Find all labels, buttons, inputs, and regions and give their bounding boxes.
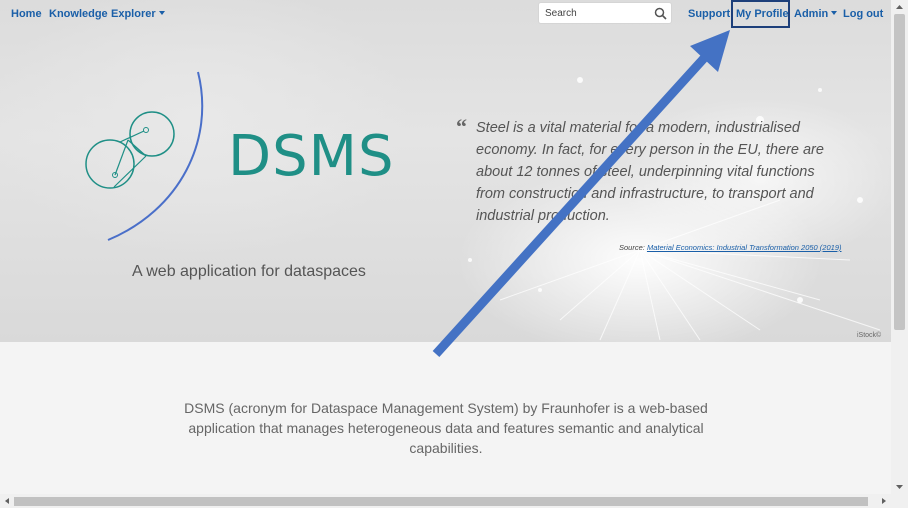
top-navbar: Home Knowledge Explorer Support My Profi… <box>0 0 891 28</box>
nav-support-link[interactable]: Support <box>688 8 730 20</box>
nav-explorer-dropdown[interactable]: Explorer <box>111 8 165 20</box>
scroll-up-icon[interactable] <box>891 0 908 14</box>
nav-my-profile-link[interactable]: My Profile <box>736 8 789 20</box>
quote-source: Source: Material Economics: Industrial T… <box>619 243 841 252</box>
search-icon[interactable] <box>654 7 667 20</box>
dsms-logo-mark <box>85 71 204 241</box>
caret-down-icon <box>158 11 165 15</box>
quote-icon: “ <box>456 114 467 139</box>
image-credit: iStock© <box>857 332 882 339</box>
horizontal-scroll-thumb[interactable] <box>14 497 868 506</box>
nav-admin-dropdown[interactable]: Admin <box>794 8 838 20</box>
nav-logout-link[interactable]: Log out <box>843 8 883 20</box>
nav-explorer-label: Explorer <box>111 8 156 20</box>
horizontal-scrollbar[interactable] <box>0 494 891 508</box>
scroll-left-icon[interactable] <box>0 494 14 508</box>
vertical-scroll-thumb[interactable] <box>894 14 905 330</box>
source-label: Source: <box>619 243 645 252</box>
tagline: A web application for dataspaces <box>132 263 366 280</box>
caret-down-icon <box>831 11 838 15</box>
app-description: DSMS (acronym for Dataspace Management S… <box>184 400 708 456</box>
hero-quote: Steel is a vital material for a modern, … <box>476 120 824 224</box>
source-link[interactable]: Material Economics: Industrial Transform… <box>647 243 842 252</box>
search-input[interactable] <box>545 6 649 21</box>
nav-knowledge-link[interactable]: Knowledge <box>49 8 108 20</box>
logo-wordmark: DSMS <box>228 124 395 189</box>
search-field[interactable] <box>538 2 672 24</box>
scroll-right-icon[interactable] <box>877 494 891 508</box>
vertical-scrollbar[interactable] <box>891 0 908 508</box>
scroll-down-icon[interactable] <box>891 480 908 494</box>
hero-banner: DSMS A web application for dataspaces “ … <box>0 0 891 342</box>
nav-home-link[interactable]: Home <box>11 8 42 20</box>
nav-admin-label: Admin <box>794 8 829 20</box>
